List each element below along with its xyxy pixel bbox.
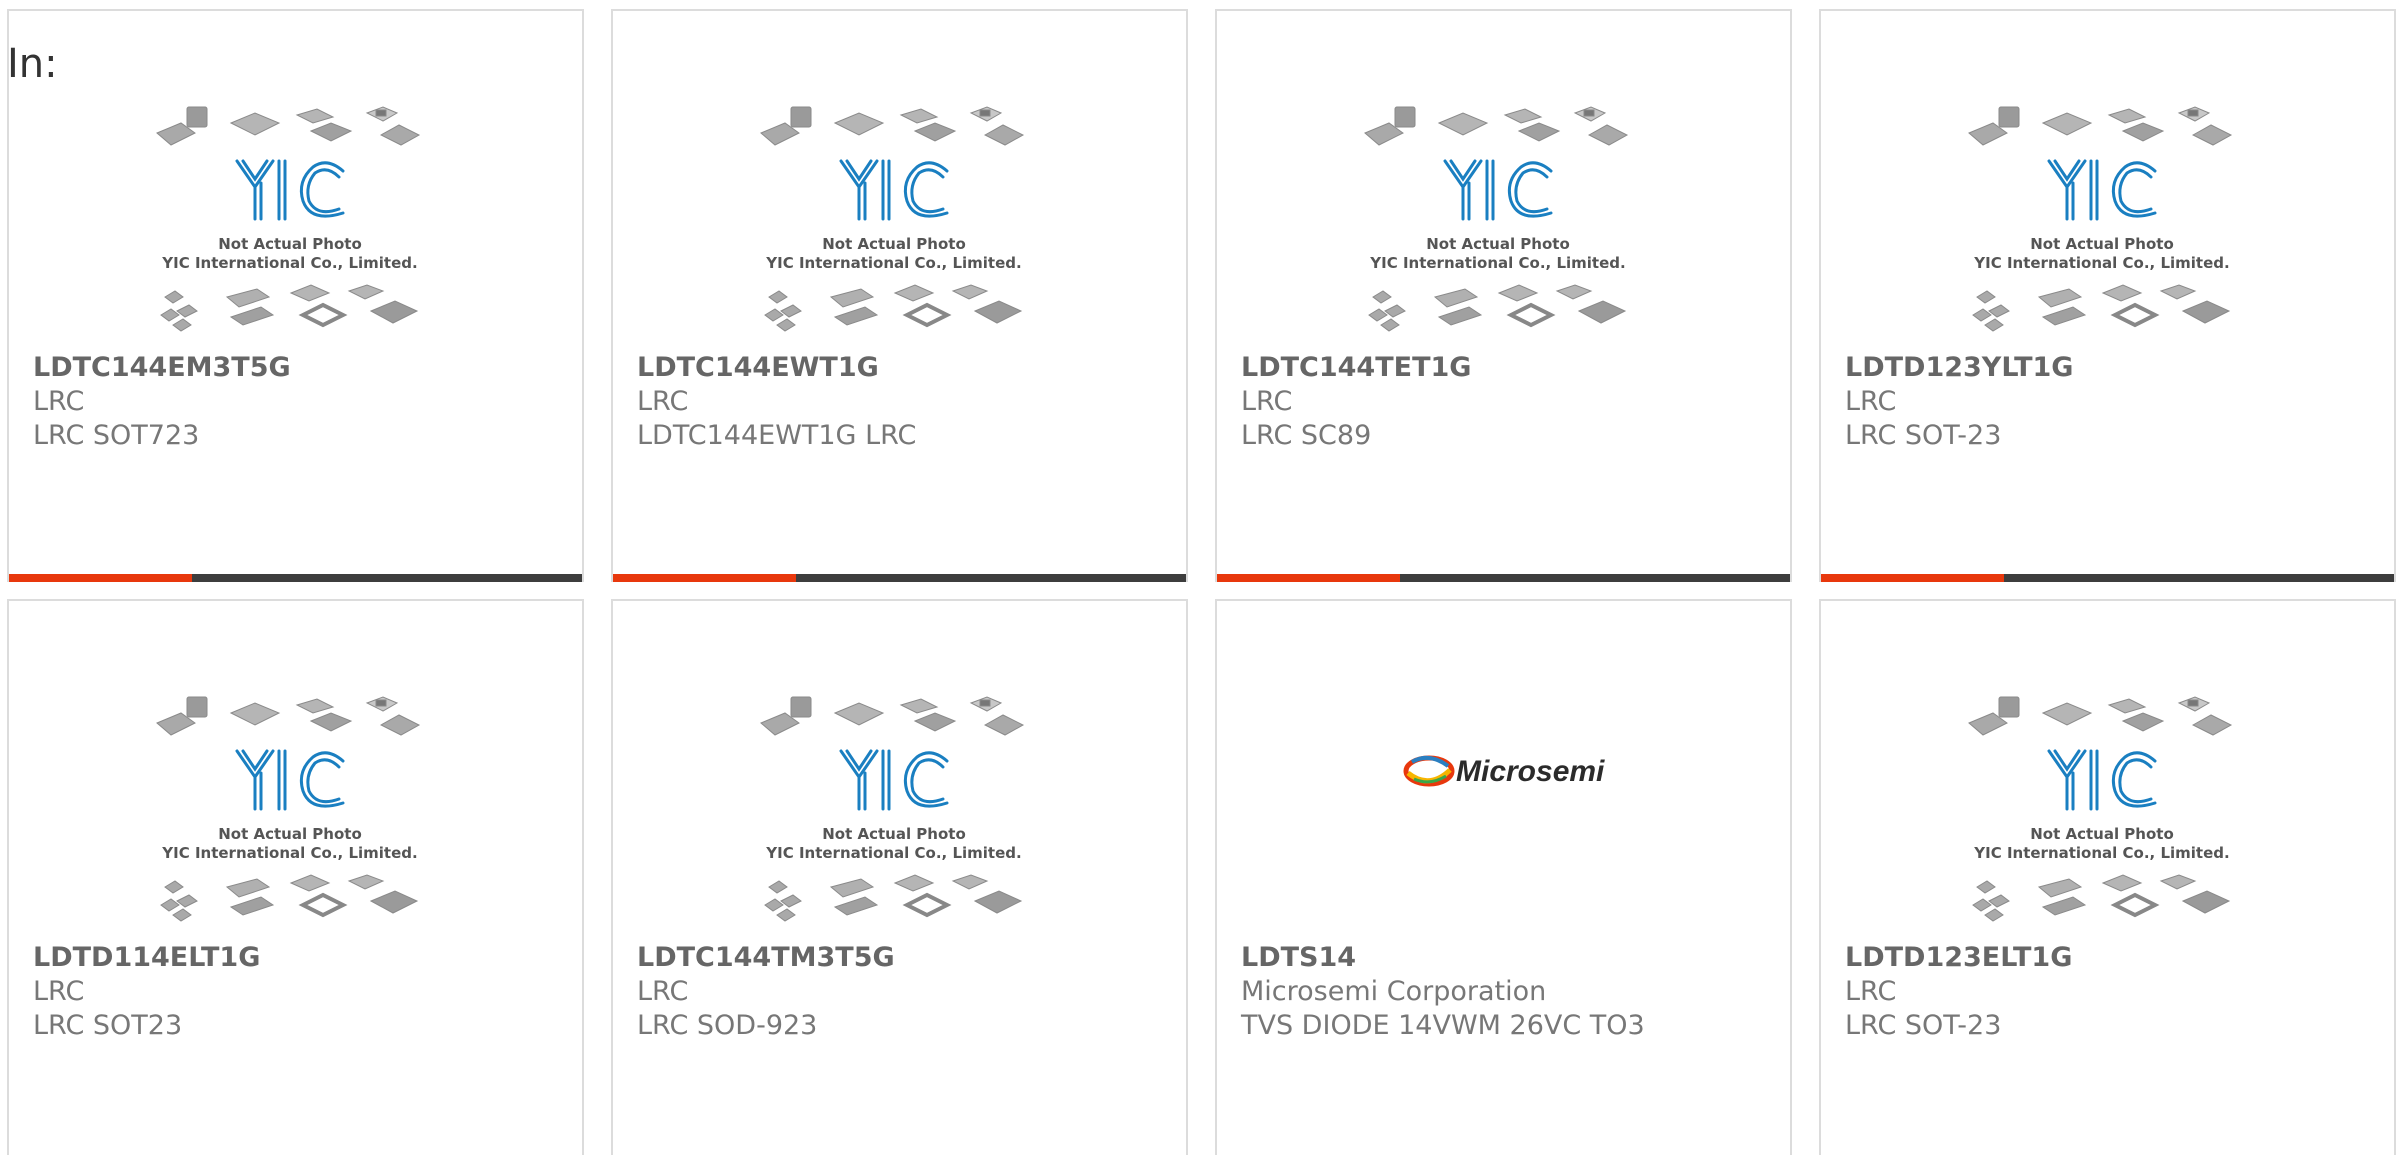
yic-placeholder-icon: Not Actual Photo YIC International Co., … [760,696,1025,922]
svg-text:Not Actual Photo: Not Actual Photo [218,825,362,843]
card-bottom-bar [1821,574,2394,582]
part-number-link[interactable]: LDTC144TET1G [1241,351,1471,385]
in-label: In: [7,41,58,87]
part-number-link[interactable]: LDTD123ELT1G [1845,941,2072,975]
part-number-link[interactable]: LDTC144TM3T5G [637,941,895,975]
manufacturer: LRC [1845,976,1897,1007]
manufacturer: LRC [637,976,689,1007]
product-info: LDTC144EWT1G LRC LDTC144EWT1G LRC [637,351,916,453]
product-info: LDTC144TM3T5G LRC LRC SOD-923 [637,941,895,1043]
card-bar-accent [613,574,796,582]
description: LRC SOD-923 [637,1010,818,1041]
description: LRC SOT-23 [1845,420,2002,451]
svg-text:YIC International Co., Limited: YIC International Co., Limited. [765,844,1021,862]
description: LRC SOT-23 [1845,1010,2002,1041]
product-info: LDTD123ELT1G LRC LRC SOT-23 [1845,941,2072,1043]
product-card[interactable]: Microsemi LDTS14 Microsemi Corporation T… [1215,599,1792,1155]
part-number-link[interactable]: LDTD114ELT1G [33,941,260,975]
product-card[interactable]: Not Actual Photo YIC International Co., … [1819,599,2396,1155]
product-placeholder-image[interactable]: Not Actual Photo YIC International Co., … [1359,101,1637,351]
yic-placeholder-icon: Not Actual Photo YIC International Co., … [1364,106,1629,332]
yic-placeholder-icon: Not Actual Photo YIC International Co., … [156,696,421,922]
product-card[interactable]: Not Actual Photo YIC International Co., … [7,9,584,582]
svg-text:Microsemi: Microsemi [1456,755,1605,788]
product-placeholder-image[interactable]: Not Actual Photo YIC International Co., … [1963,691,2241,941]
card-bar-accent [9,574,192,582]
product-card[interactable]: Not Actual Photo YIC International Co., … [611,9,1188,582]
product-card[interactable]: Not Actual Photo YIC International Co., … [7,599,584,1155]
manufacturer: LRC [637,386,689,417]
product-placeholder-image[interactable]: Not Actual Photo YIC International Co., … [755,101,1033,351]
manufacturer: LRC [33,386,85,417]
card-bottom-bar [9,574,582,582]
description: TVS DIODE 14VWM 26VC TO3 [1241,1010,1645,1041]
product-info: LDTC144TET1G LRC LRC SC89 [1241,351,1471,453]
product-placeholder-image[interactable]: Not Actual Photo YIC International Co., … [151,691,429,941]
description: LDTC144EWT1G LRC [637,420,917,451]
card-bar-accent [1821,574,2004,582]
description: LRC SOT23 [33,1010,183,1041]
part-number-link[interactable]: LDTD123YLT1G [1845,351,2073,385]
card-bar-accent [1217,574,1400,582]
manufacturer: LRC [1845,386,1897,417]
part-number-link[interactable]: LDTC144EWT1G [637,351,916,385]
yic-placeholder-icon: Not Actual Photo YIC International Co., … [1968,696,2233,922]
part-number-link[interactable]: LDTC144EM3T5G [33,351,291,385]
manufacturer: Microsemi Corporation [1241,976,1547,1007]
product-placeholder-image[interactable]: Not Actual Photo YIC International Co., … [1963,101,2241,351]
svg-text:Not Actual Photo: Not Actual Photo [822,825,966,843]
svg-text:YIC International Co., Limited: YIC International Co., Limited. [1369,254,1625,272]
yic-placeholder-icon: Not Actual Photo YIC International Co., … [1968,106,2233,332]
product-card[interactable]: Not Actual Photo YIC International Co., … [1819,9,2396,582]
microsemi-logo-image[interactable]: Microsemi [1402,746,1612,796]
description: LRC SOT723 [33,420,200,451]
card-bottom-bar [613,574,1186,582]
svg-text:Not Actual Photo: Not Actual Photo [822,235,966,253]
manufacturer: LRC [33,976,85,1007]
manufacturer: LRC [1241,386,1293,417]
yic-placeholder-icon: Not Actual Photo YIC International Co., … [156,106,421,332]
description: LRC SC89 [1241,420,1372,451]
product-card[interactable]: Not Actual Photo YIC International Co., … [1215,9,1792,582]
yic-placeholder-icon: Not Actual Photo YIC International Co., … [760,106,1025,332]
product-placeholder-image[interactable]: Not Actual Photo YIC International Co., … [151,101,429,351]
card-bottom-bar [1217,574,1790,582]
svg-text:Not Actual Photo: Not Actual Photo [1426,235,1570,253]
part-number-link[interactable]: LDTS14 [1241,941,1645,975]
svg-text:YIC International Co., Limited: YIC International Co., Limited. [1973,844,2229,862]
product-card[interactable]: Not Actual Photo YIC International Co., … [611,599,1188,1155]
svg-text:Not Actual Photo: Not Actual Photo [2030,825,2174,843]
microsemi-logo-icon: Microsemi [1403,755,1605,788]
svg-text:YIC International Co., Limited: YIC International Co., Limited. [161,844,417,862]
product-info: LDTD114ELT1G LRC LRC SOT23 [33,941,260,1043]
product-info: LDTS14 Microsemi Corporation TVS DIODE 1… [1241,941,1645,1043]
svg-text:YIC International Co., Limited: YIC International Co., Limited. [765,254,1021,272]
product-grid-page: In: Not Actual Photo YIC International C… [0,0,2400,1155]
product-info: LDTC144EM3T5G LRC LRC SOT723 [33,351,291,453]
svg-text:Not Actual Photo: Not Actual Photo [218,235,362,253]
product-info: LDTD123YLT1G LRC LRC SOT-23 [1845,351,2073,453]
product-placeholder-image[interactable]: Not Actual Photo YIC International Co., … [755,691,1033,941]
svg-text:Not Actual Photo: Not Actual Photo [2030,235,2174,253]
svg-text:YIC International Co., Limited: YIC International Co., Limited. [1973,254,2229,272]
svg-text:YIC International Co., Limited: YIC International Co., Limited. [161,254,417,272]
